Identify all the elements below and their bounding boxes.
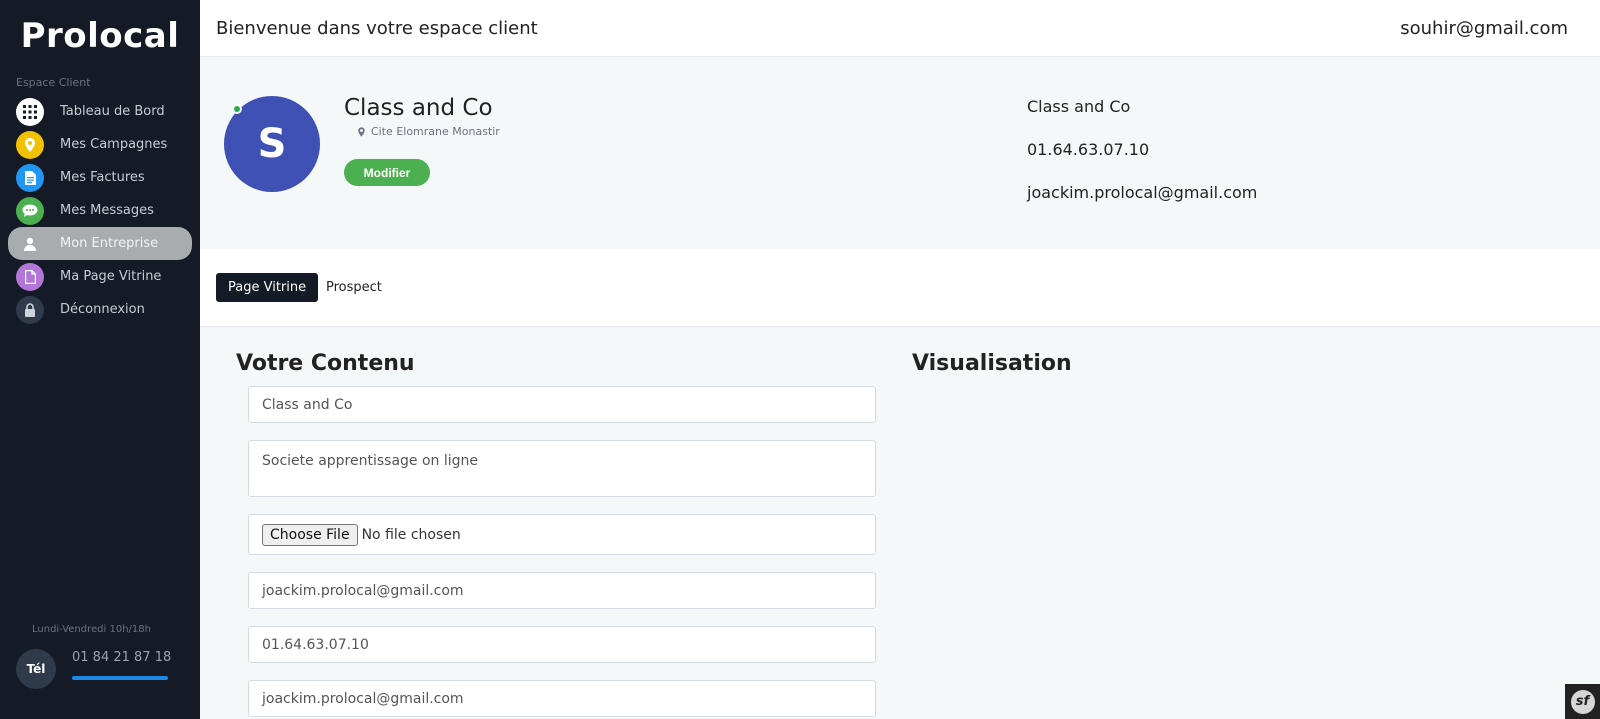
contact-phone: 01.64.63.07.10 — [1027, 140, 1150, 159]
sidebar-item-mes-factures[interactable]: Mes Factures — [8, 161, 192, 194]
company-name-input[interactable]: Class and Co — [248, 386, 876, 423]
sidebar-item-mes-campagnes[interactable]: Mes Campagnes — [8, 128, 192, 161]
company-location: Cite Elomrane Monastir — [358, 125, 500, 138]
sidebar-item-label: Déconnexion — [60, 302, 145, 317]
document-icon — [16, 163, 44, 192]
support-phone[interactable]: 01 84 21 87 18 — [72, 650, 171, 665]
sidebar-item-label: Mes Campagnes — [60, 137, 168, 152]
symfony-icon: sf — [1570, 689, 1595, 714]
page-icon — [16, 262, 44, 291]
top-bar: Bienvenue dans votre espace client souhi… — [200, 0, 1600, 57]
sidebar-item-label: Ma Page Vitrine — [60, 269, 162, 284]
map-pin-icon — [16, 130, 44, 159]
secondary-email-input[interactable]: joackim.prolocal@gmail.com — [248, 680, 876, 717]
tab-prospect[interactable]: Prospect — [314, 273, 394, 302]
phone-input[interactable]: 01.64.63.07.10 — [248, 626, 876, 663]
email-input[interactable]: joackim.prolocal@gmail.com — [248, 572, 876, 609]
sidebar-item-label: Tableau de Bord — [60, 104, 165, 119]
tabs-bar: Page Vitrine Prospect — [200, 249, 1600, 327]
brand-logo: Prolocal — [20, 16, 180, 56]
sidebar-section-label: Espace Client — [16, 76, 91, 89]
company-name: Class and Co — [344, 95, 493, 121]
sidebar-item-mon-entreprise[interactable]: Mon Entreprise — [8, 227, 192, 260]
contact-name: Class and Co — [1027, 97, 1131, 116]
tab-page-vitrine[interactable]: Page Vitrine — [216, 273, 319, 302]
lock-icon — [16, 295, 44, 324]
user-email[interactable]: souhir@gmail.com — [1400, 18, 1568, 39]
sidebar-nav: Tableau de Bord Mes Campagnes Mes Factur… — [0, 95, 200, 326]
description-textarea[interactable]: Societe apprentissage on ligne — [248, 440, 876, 497]
file-status: No file chosen — [361, 526, 461, 543]
company-profile: S Class and Co Cite Elomrane Monastir Mo… — [200, 57, 1600, 249]
sidebar-item-label: Mes Messages — [60, 203, 154, 218]
symfony-toolbar-toggle[interactable]: sf — [1565, 684, 1600, 719]
contact-email: joackim.prolocal@gmail.com — [1027, 183, 1258, 202]
welcome-message: Bienvenue dans votre espace client — [216, 17, 538, 39]
opening-hours: Lundi-Vendredi 10h/18h — [32, 624, 151, 635]
chat-icon — [16, 196, 44, 225]
sidebar-item-tableau-de-bord[interactable]: Tableau de Bord — [8, 95, 192, 128]
modify-button[interactable]: Modifier — [344, 159, 430, 186]
sidebar-item-deconnexion[interactable]: Déconnexion — [8, 293, 192, 326]
sidebar-contact: Lundi-Vendredi 10h/18h Tél 01 84 21 87 1… — [0, 624, 200, 719]
phone-underline — [72, 676, 168, 680]
user-icon — [16, 229, 44, 258]
online-status-dot — [232, 104, 242, 114]
sidebar: Prolocal Espace Client Tableau de Bord M… — [0, 0, 200, 719]
preview-title: Visualisation — [912, 351, 1072, 376]
map-pin-icon — [358, 126, 365, 137]
location-text: Cite Elomrane Monastir — [371, 125, 500, 138]
grid-icon — [16, 97, 44, 126]
sidebar-item-mes-messages[interactable]: Mes Messages — [8, 194, 192, 227]
choose-file-button[interactable]: Choose File — [262, 523, 358, 546]
content-title: Votre Contenu — [236, 351, 415, 376]
tel-badge: Tél — [16, 649, 56, 689]
sidebar-item-label: Mon Entreprise — [60, 236, 159, 251]
file-input[interactable]: Choose File No file chosen — [248, 514, 876, 555]
sidebar-item-ma-page-vitrine[interactable]: Ma Page Vitrine — [8, 260, 192, 293]
sidebar-item-label: Mes Factures — [60, 170, 145, 185]
